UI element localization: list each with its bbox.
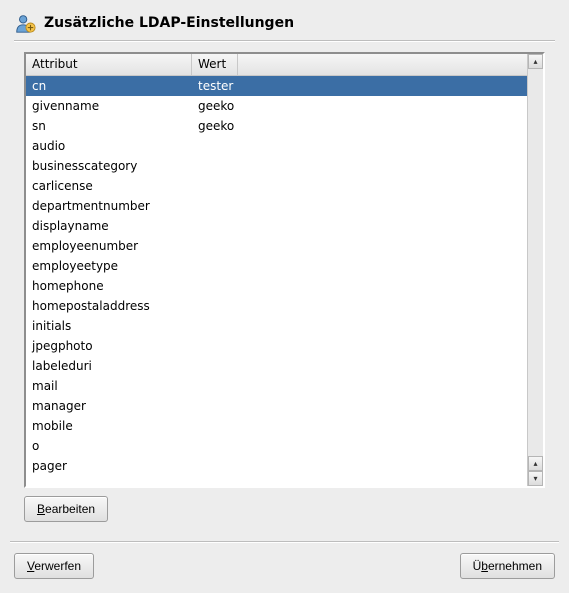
edit-button-row: Bearbeiten bbox=[24, 488, 545, 522]
cell-value: geeko bbox=[192, 96, 238, 116]
ldap-user-icon bbox=[14, 12, 36, 34]
cell-attribute: pager bbox=[26, 456, 192, 476]
content-area: Attribut Wert cntestergivennamegeekosnge… bbox=[0, 52, 569, 535]
table-row[interactable]: labeleduri bbox=[26, 356, 527, 376]
cell-value: tester bbox=[192, 76, 238, 96]
table-row[interactable]: mobile bbox=[26, 416, 527, 436]
header-separator bbox=[14, 40, 555, 42]
edit-label-rest: earbeiten bbox=[45, 502, 95, 516]
table-row[interactable]: employeenumber bbox=[26, 236, 527, 256]
cell-value bbox=[192, 256, 238, 276]
cell-attribute: employeenumber bbox=[26, 236, 192, 256]
cell-attribute: sn bbox=[26, 116, 192, 136]
cell-value bbox=[192, 316, 238, 336]
cell-attribute: givenname bbox=[26, 96, 192, 116]
table-row[interactable]: jpegphoto bbox=[26, 336, 527, 356]
cell-attribute: jpegphoto bbox=[26, 336, 192, 356]
apply-label-rest: ernehmen bbox=[488, 559, 542, 573]
table-row[interactable]: employeetype bbox=[26, 256, 527, 276]
apply-button[interactable]: Übernehmen bbox=[460, 553, 555, 579]
column-header-attribute[interactable]: Attribut bbox=[26, 54, 192, 75]
cell-attribute: carlicense bbox=[26, 176, 192, 196]
cell-attribute: mobile bbox=[26, 416, 192, 436]
cell-value bbox=[192, 376, 238, 396]
cell-value bbox=[192, 136, 238, 156]
discard-button[interactable]: Verwerfen bbox=[14, 553, 94, 579]
cell-attribute: audio bbox=[26, 136, 192, 156]
scroll-down-button-2[interactable]: ▾ bbox=[528, 471, 543, 486]
table-row[interactable]: businesscategory bbox=[26, 156, 527, 176]
edit-mnemonic: B bbox=[37, 502, 45, 516]
cell-attribute: mail bbox=[26, 376, 192, 396]
cell-value bbox=[192, 156, 238, 176]
cell-attribute: labeleduri bbox=[26, 356, 192, 376]
cell-value bbox=[192, 356, 238, 376]
table-header: Attribut Wert bbox=[26, 54, 527, 76]
edit-button[interactable]: Bearbeiten bbox=[24, 496, 108, 522]
table-body[interactable]: cntestergivennamegeekosngeekoaudiobusine… bbox=[26, 76, 527, 486]
cell-attribute: displayname bbox=[26, 216, 192, 236]
cell-attribute: o bbox=[26, 436, 192, 456]
table-row[interactable]: audio bbox=[26, 136, 527, 156]
table-row[interactable]: sngeeko bbox=[26, 116, 527, 136]
dialog-window: Zusätzliche LDAP-Einstellungen Attribut … bbox=[0, 0, 569, 593]
cell-value bbox=[192, 176, 238, 196]
table-row[interactable]: givennamegeeko bbox=[26, 96, 527, 116]
scroll-up-button[interactable]: ▴ bbox=[528, 54, 543, 69]
cell-attribute: homepostaladdress bbox=[26, 296, 192, 316]
table-row[interactable]: cntester bbox=[26, 76, 527, 96]
cell-value bbox=[192, 416, 238, 436]
discard-label-rest: erwerfen bbox=[34, 559, 81, 573]
apply-label-pre: Ü bbox=[473, 559, 482, 573]
cell-attribute: initials bbox=[26, 316, 192, 336]
cell-value bbox=[192, 236, 238, 256]
cell-attribute: manager bbox=[26, 396, 192, 416]
table-row[interactable]: homepostaladdress bbox=[26, 296, 527, 316]
attributes-table[interactable]: Attribut Wert cntestergivennamegeekosnge… bbox=[24, 52, 545, 488]
column-header-spacer bbox=[238, 54, 527, 75]
table-row[interactable]: o bbox=[26, 436, 527, 456]
table-row[interactable]: carlicense bbox=[26, 176, 527, 196]
cell-attribute: homephone bbox=[26, 276, 192, 296]
cell-value bbox=[192, 336, 238, 356]
cell-value bbox=[192, 196, 238, 216]
cell-value: geeko bbox=[192, 116, 238, 136]
dialog-header: Zusätzliche LDAP-Einstellungen bbox=[0, 0, 569, 40]
table-row[interactable]: departmentnumber bbox=[26, 196, 527, 216]
cell-value bbox=[192, 296, 238, 316]
cell-attribute: departmentnumber bbox=[26, 196, 192, 216]
cell-attribute: employeetype bbox=[26, 256, 192, 276]
dialog-title: Zusätzliche LDAP-Einstellungen bbox=[44, 15, 294, 31]
table-row[interactable]: initials bbox=[26, 316, 527, 336]
table-row[interactable]: manager bbox=[26, 396, 527, 416]
column-header-value[interactable]: Wert bbox=[192, 54, 238, 75]
dialog-footer: Verwerfen Übernehmen bbox=[0, 543, 569, 593]
cell-value bbox=[192, 456, 238, 476]
cell-attribute: cn bbox=[26, 76, 192, 96]
vertical-scrollbar[interactable]: ▴ ▴ ▾ bbox=[527, 54, 543, 486]
scroll-track[interactable] bbox=[528, 69, 543, 456]
scroll-down-button-1[interactable]: ▴ bbox=[528, 456, 543, 471]
cell-value bbox=[192, 276, 238, 296]
table-row[interactable]: homephone bbox=[26, 276, 527, 296]
cell-attribute: businesscategory bbox=[26, 156, 192, 176]
table-row[interactable]: displayname bbox=[26, 216, 527, 236]
table-row[interactable]: pager bbox=[26, 456, 527, 476]
table-row[interactable]: mail bbox=[26, 376, 527, 396]
cell-value bbox=[192, 216, 238, 236]
cell-value bbox=[192, 396, 238, 416]
cell-value bbox=[192, 436, 238, 456]
apply-mnemonic: b bbox=[481, 559, 488, 573]
